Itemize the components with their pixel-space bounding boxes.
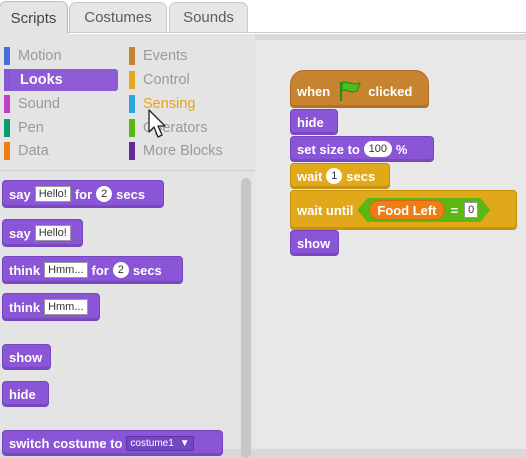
looks-color-swatch [4, 69, 10, 91]
tab-divider-line [68, 32, 526, 33]
script-hide-block[interactable]: hide [290, 109, 338, 135]
category-data[interactable]: Data [4, 141, 122, 161]
equals-sign: = [450, 202, 459, 218]
category-looks[interactable]: Looks [4, 69, 118, 91]
category-events[interactable]: Events [129, 46, 247, 66]
say-message-input[interactable]: Hello! [34, 225, 71, 241]
switch-costume-label: switch costume to [9, 435, 123, 451]
operators-color-swatch [129, 119, 135, 137]
say-keyword: say [9, 186, 31, 202]
think-keyword: think [9, 262, 41, 278]
category-sensing[interactable]: Sensing [129, 94, 247, 114]
think-message-input[interactable]: Hmm... [44, 299, 88, 315]
category-panel: Motion Events Looks Control Sound Sensin… [0, 34, 255, 166]
tab-sounds[interactable]: Sounds [169, 2, 248, 32]
more-blocks-color-swatch [129, 142, 135, 160]
hide-label: hide [297, 114, 324, 130]
palette-divider [0, 170, 255, 171]
set-size-block[interactable]: set size to 100 % [290, 136, 434, 162]
category-looks-label: Looks [20, 72, 63, 88]
tab-scripts-label: Scripts [10, 9, 57, 27]
green-flag-icon [340, 81, 362, 101]
category-motion[interactable]: Motion [4, 46, 122, 66]
show-label: show [297, 235, 331, 251]
category-pen-label: Pen [18, 120, 44, 136]
tab-costumes[interactable]: Costumes [69, 2, 167, 32]
think-message-input[interactable]: Hmm... [44, 262, 88, 278]
food-left-variable[interactable]: Food Left [369, 200, 444, 220]
category-motion-label: Motion [18, 48, 62, 64]
show-block[interactable]: show [2, 344, 51, 370]
secs-keyword: secs [116, 186, 146, 202]
category-control-label: Control [143, 72, 190, 88]
say-secs-input[interactable]: 2 [96, 186, 113, 202]
palette-scrollbar[interactable] [241, 178, 251, 458]
block-palette: say Hello! for 2 secs say Hello! think H… [0, 166, 255, 456]
wait-until-keyword: wait until [297, 202, 354, 218]
secs-keyword: secs [346, 168, 376, 184]
category-control[interactable]: Control [129, 70, 247, 90]
compare-value-input[interactable]: 0 [464, 202, 478, 218]
hide-label: hide [9, 386, 36, 402]
pen-color-swatch [4, 119, 10, 137]
mouse-cursor-icon [148, 109, 166, 138]
for-keyword: for [74, 186, 93, 202]
category-more-blocks[interactable]: More Blocks [129, 141, 247, 161]
costume-dropdown[interactable]: costume1 ▼ [126, 435, 194, 451]
category-data-label: Data [18, 143, 49, 159]
equals-operator-block[interactable]: Food Left = 0 [357, 198, 490, 222]
events-color-swatch [129, 47, 135, 65]
wait-until-block[interactable]: wait until Food Left = 0 [290, 190, 517, 230]
wait-secs-input[interactable]: 1 [326, 168, 343, 184]
category-pen[interactable]: Pen [4, 118, 122, 138]
hide-block[interactable]: hide [2, 381, 49, 407]
sound-color-swatch [4, 95, 10, 113]
tab-scripts[interactable]: Scripts [0, 1, 68, 34]
think-secs-input[interactable]: 2 [112, 262, 129, 278]
when-keyword: when [297, 83, 331, 99]
wait-secs-block[interactable]: wait 1 secs [290, 163, 390, 189]
show-label: show [9, 349, 43, 365]
percent-keyword: % [395, 141, 408, 157]
clicked-keyword: clicked [368, 83, 413, 99]
data-color-swatch [4, 142, 10, 160]
say-keyword: say [9, 225, 31, 241]
wait-keyword: wait [297, 168, 323, 184]
category-operators[interactable]: Operators [129, 118, 247, 138]
tab-bar: Scripts Costumes Sounds [0, 0, 526, 34]
motion-color-swatch [4, 47, 10, 65]
secs-keyword: secs [132, 262, 162, 278]
say-for-secs-block[interactable]: say Hello! for 2 secs [2, 180, 164, 208]
think-keyword: think [9, 299, 41, 315]
chevron-down-icon: ▼ [179, 437, 190, 449]
category-more-blocks-label: More Blocks [143, 143, 223, 159]
category-events-label: Events [143, 48, 188, 64]
script-show-block[interactable]: show [290, 230, 339, 256]
tab-sounds-label: Sounds [183, 9, 234, 26]
think-block[interactable]: think Hmm... [2, 293, 100, 321]
say-block[interactable]: say Hello! [2, 219, 83, 247]
size-input[interactable]: 100 [363, 141, 392, 157]
costume-dropdown-value: costume1 [130, 437, 174, 449]
switch-costume-block[interactable]: switch costume to costume1 ▼ [2, 430, 223, 456]
when-flag-clicked-block[interactable]: when clicked [290, 70, 429, 108]
tab-costumes-label: Costumes [84, 9, 152, 26]
set-size-keyword: set size to [297, 141, 360, 157]
for-keyword: for [91, 262, 109, 278]
sensing-color-swatch [129, 95, 135, 113]
control-color-swatch [129, 71, 135, 89]
say-message-input[interactable]: Hello! [34, 186, 71, 202]
think-for-secs-block[interactable]: think Hmm... for 2 secs [2, 256, 183, 284]
category-sound[interactable]: Sound [4, 94, 122, 114]
category-sound-label: Sound [18, 96, 60, 112]
